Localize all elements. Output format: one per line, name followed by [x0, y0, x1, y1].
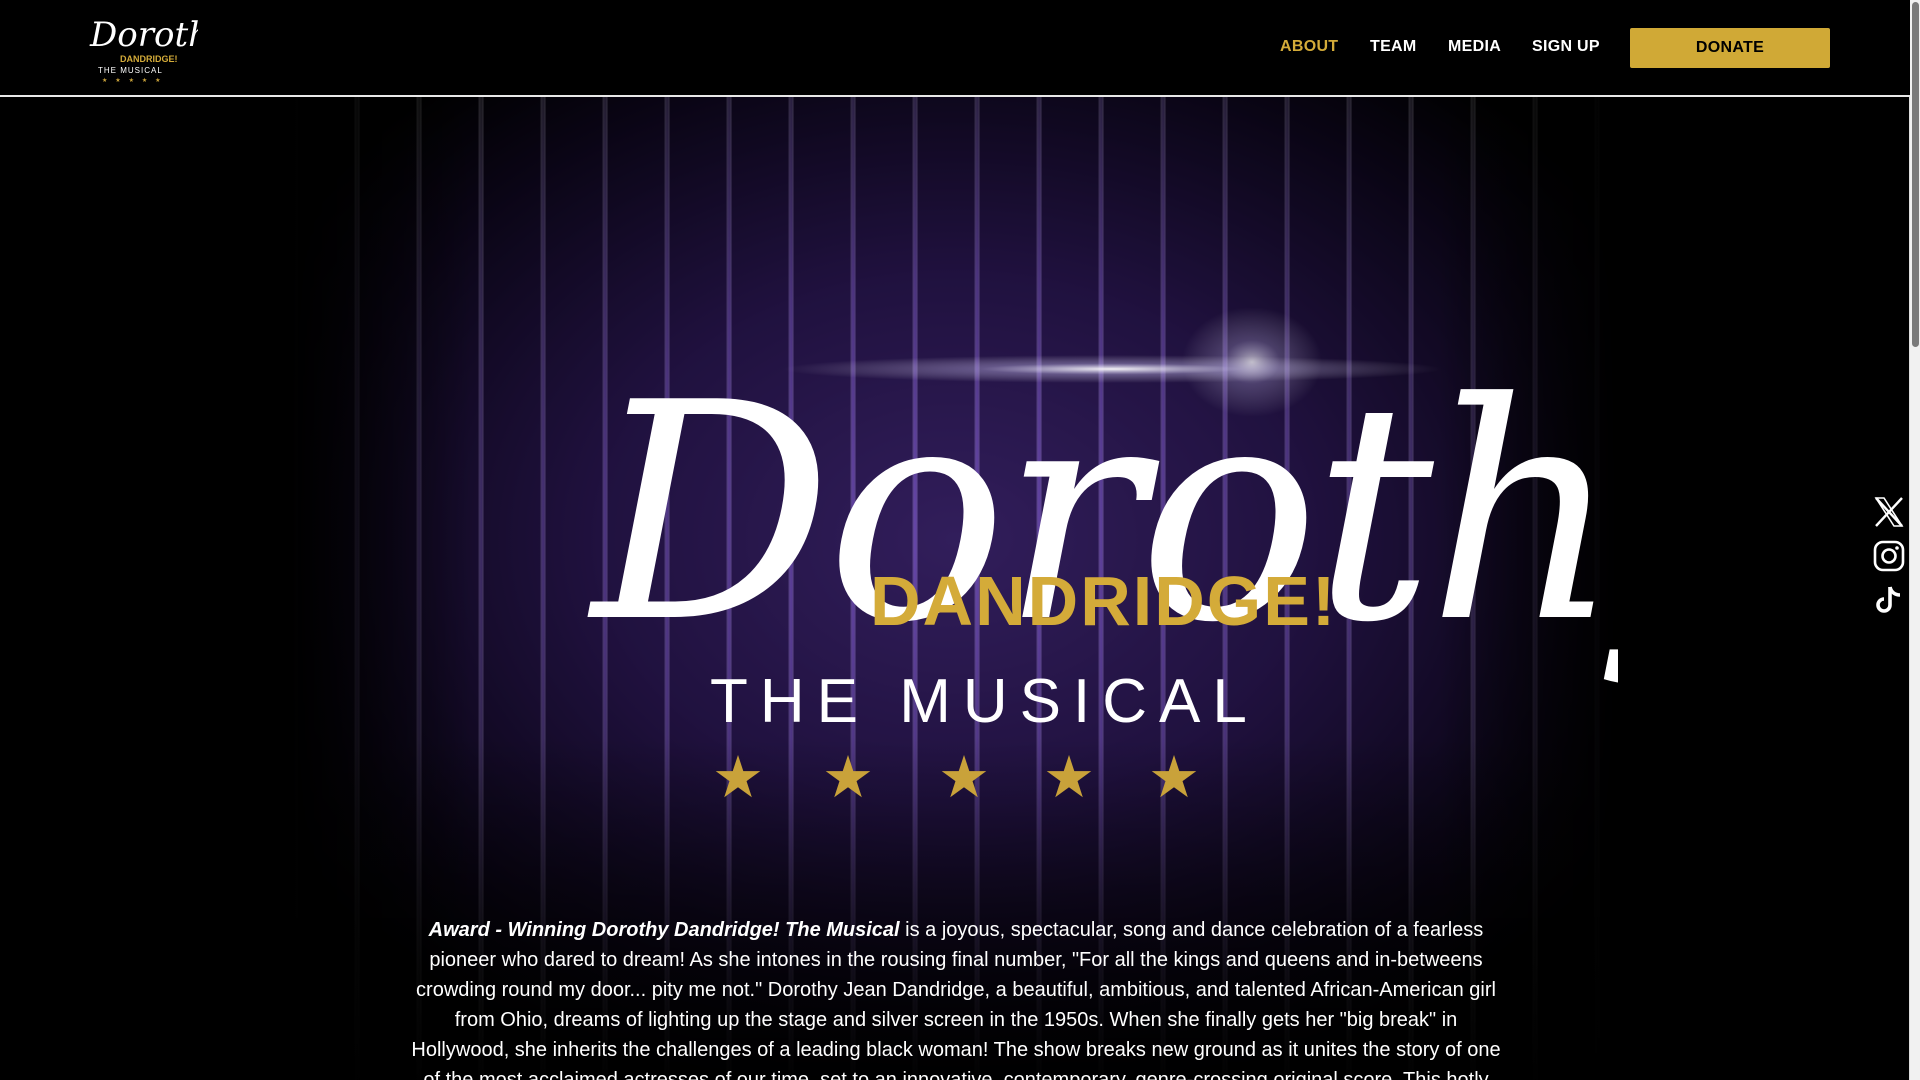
- nav-team[interactable]: TEAM: [1370, 38, 1417, 56]
- nav-media[interactable]: MEDIA: [1448, 38, 1501, 56]
- page-scrollbar[interactable]: [1909, 0, 1920, 1080]
- hero-title-tag: THE MUSICAL: [710, 667, 1259, 736]
- hero-title-sub: DANDRIDGE!: [870, 562, 1337, 640]
- main-nav: ABOUT TEAM MEDIA SIGN UP: [0, 38, 1910, 58]
- logo-stars: ★ ★ ★ ★ ★: [102, 77, 164, 84]
- about-paragraph: Award - Winning Dorothy Dandridge! The M…: [406, 915, 1506, 1080]
- hero-star: ★: [1043, 743, 1095, 811]
- instagram-icon[interactable]: [1872, 539, 1906, 573]
- scrollbar-thumb[interactable]: [1912, 2, 1919, 347]
- hero-star: ★: [938, 743, 990, 811]
- hero-section: Dorothy DANDRIDGE! THE MUSICAL ★ ★ ★ ★ ★…: [0, 97, 1910, 1080]
- tiktok-icon[interactable]: [1872, 583, 1906, 617]
- hero-star: ★: [1148, 743, 1200, 811]
- hero-star: ★: [822, 743, 874, 811]
- nav-about[interactable]: ABOUT: [1280, 38, 1338, 56]
- x-twitter-icon[interactable]: [1872, 495, 1906, 529]
- hero-star: ★: [712, 743, 764, 811]
- logo-tag-text: THE MUSICAL: [98, 66, 163, 75]
- about-lead: Award - Winning Dorothy Dandridge! The M…: [428, 919, 900, 941]
- site-header: Dorothy DANDRIDGE! THE MUSICAL ★ ★ ★ ★ ★…: [0, 0, 1910, 97]
- nav-sign-up[interactable]: SIGN UP: [1532, 38, 1600, 56]
- donate-button[interactable]: DONATE: [1630, 28, 1830, 68]
- about-body: is a joyous, spectacular, song and dance…: [411, 919, 1501, 1080]
